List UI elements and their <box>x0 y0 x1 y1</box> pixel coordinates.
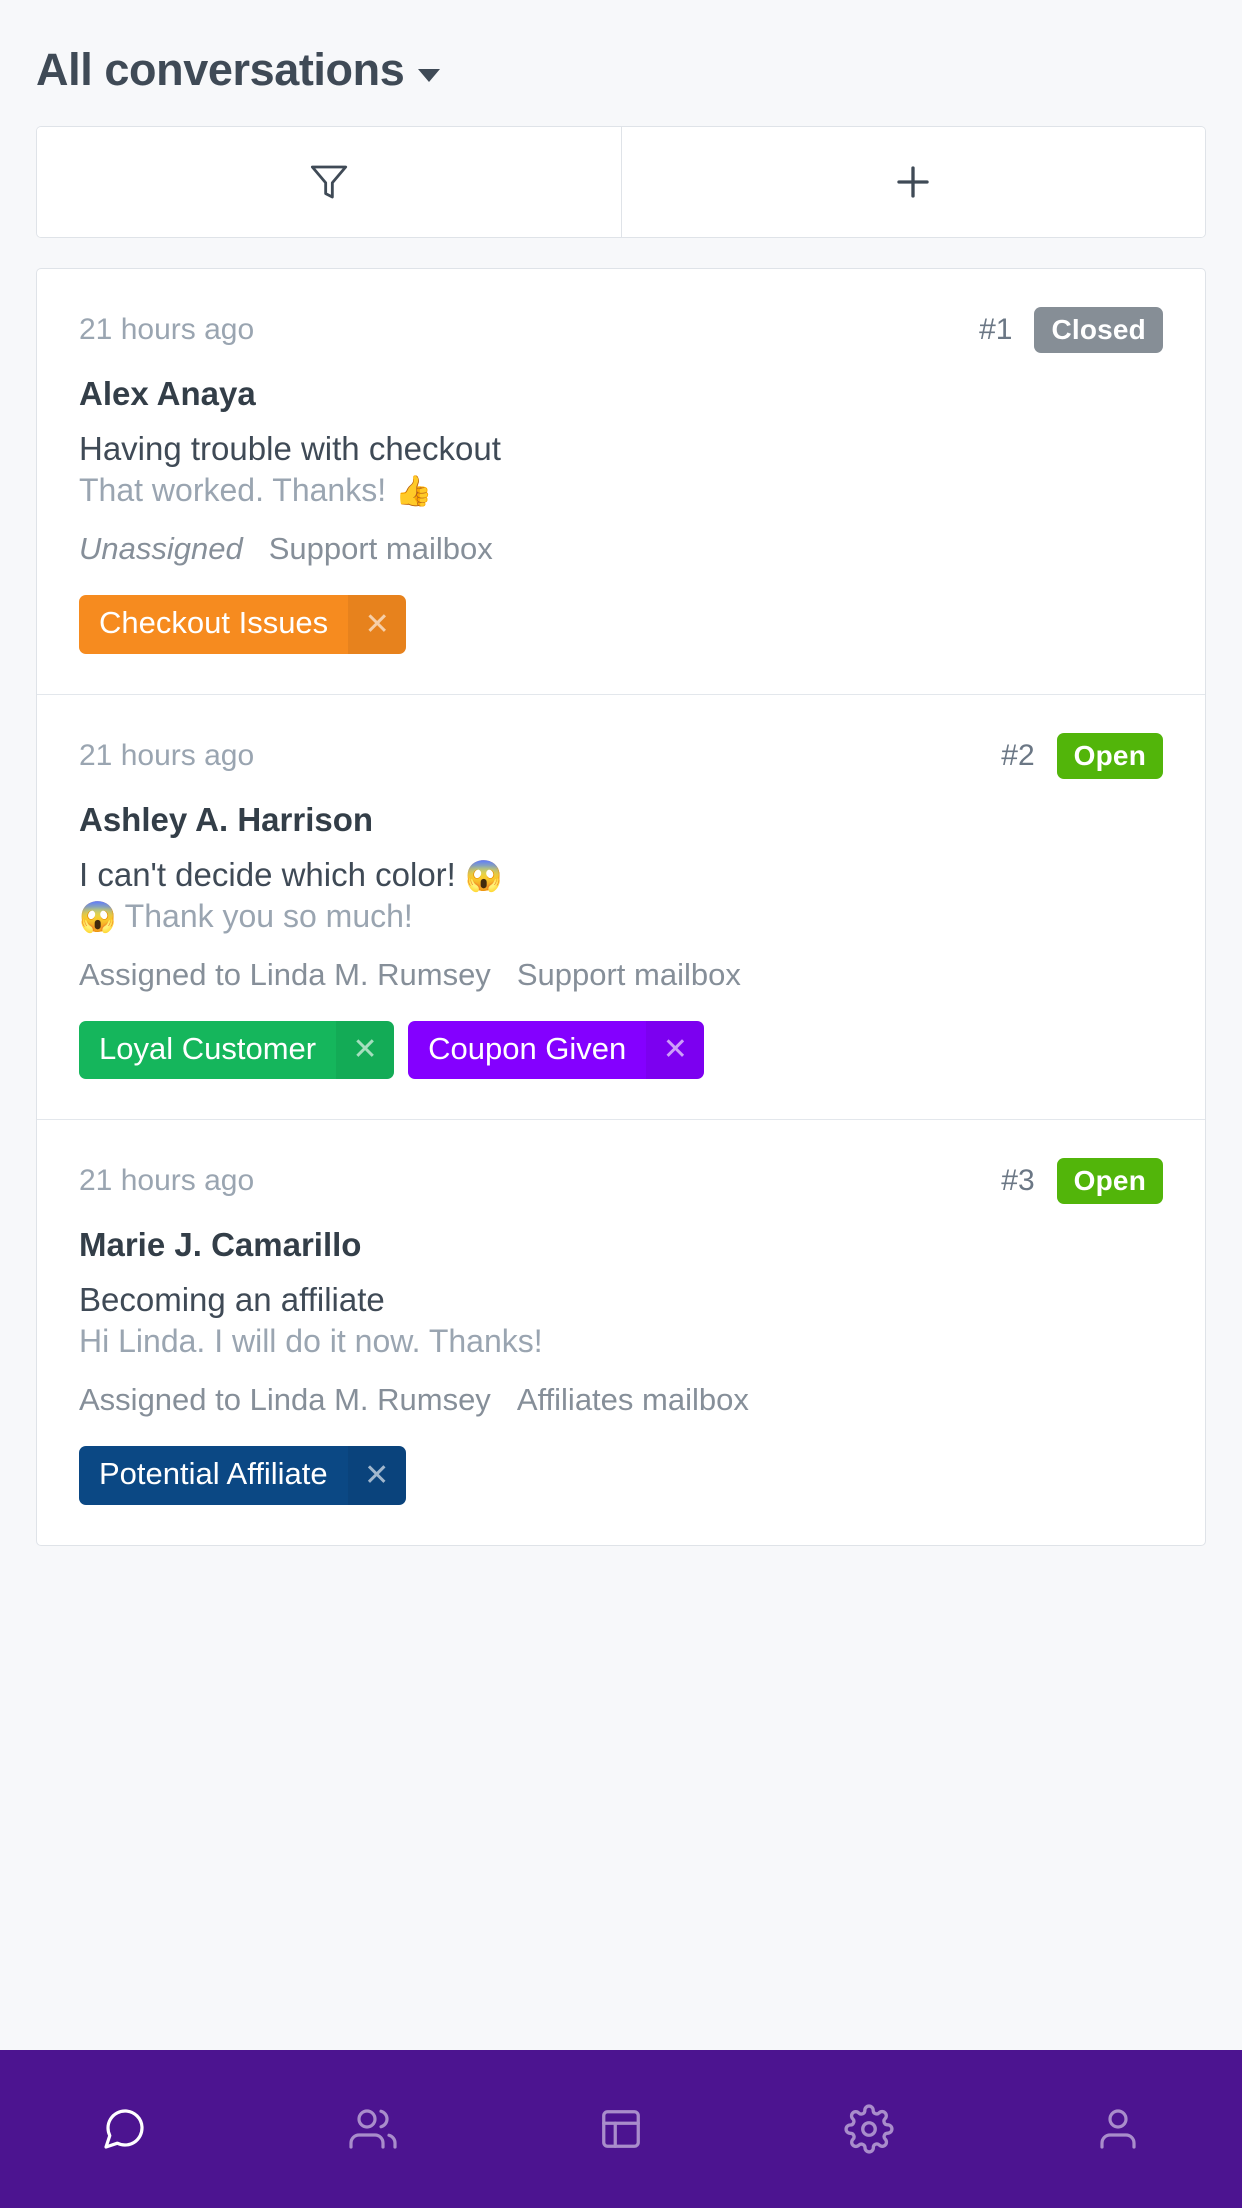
timestamp: 21 hours ago <box>79 313 255 346</box>
conversation-preview: That worked. Thanks! 👍 <box>79 472 1163 509</box>
tag-chip[interactable]: Checkout Issues ✕ <box>79 595 407 654</box>
nav-item-customers[interactable] <box>248 2050 496 2208</box>
tag-label: Coupon Given <box>428 1030 627 1066</box>
conversations-app: All conversations 21 hours ago #1 Closed… <box>0 0 1242 2208</box>
conversation-row[interactable]: 21 hours ago #1 Closed Alex Anaya Having… <box>37 269 1205 694</box>
assignee-label: Unassigned <box>79 531 243 566</box>
status-badge: Open <box>1056 732 1163 779</box>
tag-chip[interactable]: Loyal Customer ✕ <box>79 1020 395 1080</box>
thumbs-up-emoji-icon: 👍 <box>395 475 433 508</box>
conversation-number: #2 <box>1001 738 1035 772</box>
gear-icon <box>844 2104 894 2154</box>
conversation-header: 21 hours ago #3 Open <box>79 1158 1163 1205</box>
mailbox-label: Affiliates mailbox <box>516 1382 749 1418</box>
plus-icon <box>892 161 934 203</box>
screaming-face-emoji-icon: 😱 <box>79 900 117 934</box>
new-conversation-button[interactable] <box>620 127 1205 237</box>
filter-button[interactable] <box>37 127 621 237</box>
preview-text: That worked. Thanks! <box>79 472 387 508</box>
close-icon[interactable]: ✕ <box>646 1020 705 1080</box>
page-header: All conversations <box>0 0 1242 96</box>
users-icon <box>349 2105 397 2153</box>
conversation-subject: Becoming an affiliate <box>79 1281 1163 1319</box>
tag-list: Loyal Customer ✕ Coupon Given ✕ <box>79 1020 1163 1080</box>
conversation-preview: Hi Linda. I will do it now. Thanks! <box>79 1323 1163 1360</box>
status-badge: Closed <box>1034 307 1163 353</box>
timestamp: 21 hours ago <box>79 1164 255 1198</box>
assignment-row: Assigned to Linda M. Rumsey Affiliates m… <box>79 1382 1163 1418</box>
close-icon[interactable]: ✕ <box>348 595 407 654</box>
mailbox-label: Support mailbox <box>268 531 493 566</box>
preview-text: Hi Linda. I will do it now. Thanks! <box>79 1323 543 1360</box>
customer-name: Alex Anaya <box>79 375 256 412</box>
conversation-preview: 😱 Thank you so much! <box>79 898 1163 935</box>
layout-dashboard-icon <box>598 2106 644 2152</box>
filter-icon <box>309 161 349 203</box>
tag-chip[interactable]: Coupon Given ✕ <box>408 1020 705 1080</box>
timestamp: 21 hours ago <box>79 738 255 772</box>
tag-label: Checkout Issues <box>99 605 329 640</box>
conversation-row[interactable]: 21 hours ago #2 Open Ashley A. Harrison … <box>37 693 1205 1120</box>
preview-text: Thank you so much! <box>124 897 413 934</box>
nav-item-conversations[interactable] <box>0 2050 248 2208</box>
assignee-label: Assigned to Linda M. Rumsey <box>79 1382 491 1418</box>
tag-list: Potential Affiliate ✕ <box>79 1446 1163 1505</box>
close-icon[interactable]: ✕ <box>336 1020 395 1080</box>
conversation-header: 21 hours ago #1 Closed <box>79 307 1163 353</box>
nav-item-settings[interactable] <box>745 2050 993 2208</box>
subject-text: Having trouble with checkout <box>79 430 501 467</box>
conversation-number: #1 <box>979 313 1013 346</box>
chevron-down-icon[interactable] <box>418 68 441 82</box>
nav-item-profile[interactable] <box>994 2050 1242 2208</box>
conversation-header: 21 hours ago #2 Open <box>79 732 1163 779</box>
bottom-navigation <box>0 2050 1242 2208</box>
conversation-subject: Having trouble with checkout <box>79 430 1163 468</box>
conversation-subject: I can't decide which color! 😱 <box>79 856 1163 894</box>
status-badge: Open <box>1056 1158 1163 1205</box>
conversation-row[interactable]: 21 hours ago #3 Open Marie J. Camarillo … <box>37 1119 1205 1545</box>
tag-label: Loyal Customer <box>99 1030 317 1066</box>
close-icon[interactable]: ✕ <box>347 1446 406 1505</box>
subject-text: Becoming an affiliate <box>79 1281 385 1319</box>
chat-bubble-icon <box>100 2105 148 2153</box>
page-title[interactable]: All conversations <box>36 44 405 96</box>
conversation-meta: #2 Open <box>1001 732 1163 779</box>
customer-name: Ashley A. Harrison <box>79 800 374 838</box>
tag-label: Potential Affiliate <box>99 1456 328 1492</box>
person-icon <box>1094 2105 1142 2153</box>
conversation-list: 21 hours ago #1 Closed Alex Anaya Having… <box>36 268 1206 1546</box>
tag-list: Checkout Issues ✕ <box>79 595 1163 654</box>
conversation-number: #3 <box>1001 1164 1035 1198</box>
nav-item-dashboard[interactable] <box>497 2050 745 2208</box>
assignee-label: Assigned to Linda M. Rumsey <box>79 956 491 992</box>
list-toolbar <box>36 126 1206 238</box>
assignment-row: Assigned to Linda M. Rumsey Support mail… <box>79 957 1163 993</box>
screaming-face-emoji-icon: 😱 <box>465 859 503 893</box>
conversation-meta: #3 Open <box>1001 1158 1163 1205</box>
tag-chip[interactable]: Potential Affiliate ✕ <box>79 1446 406 1505</box>
subject-text: I can't decide which color! <box>79 855 456 893</box>
customer-name: Marie J. Camarillo <box>79 1226 362 1264</box>
mailbox-label: Support mailbox <box>516 956 741 992</box>
conversation-meta: #1 Closed <box>979 307 1163 353</box>
assignment-row: Unassigned Support mailbox <box>79 531 1163 567</box>
